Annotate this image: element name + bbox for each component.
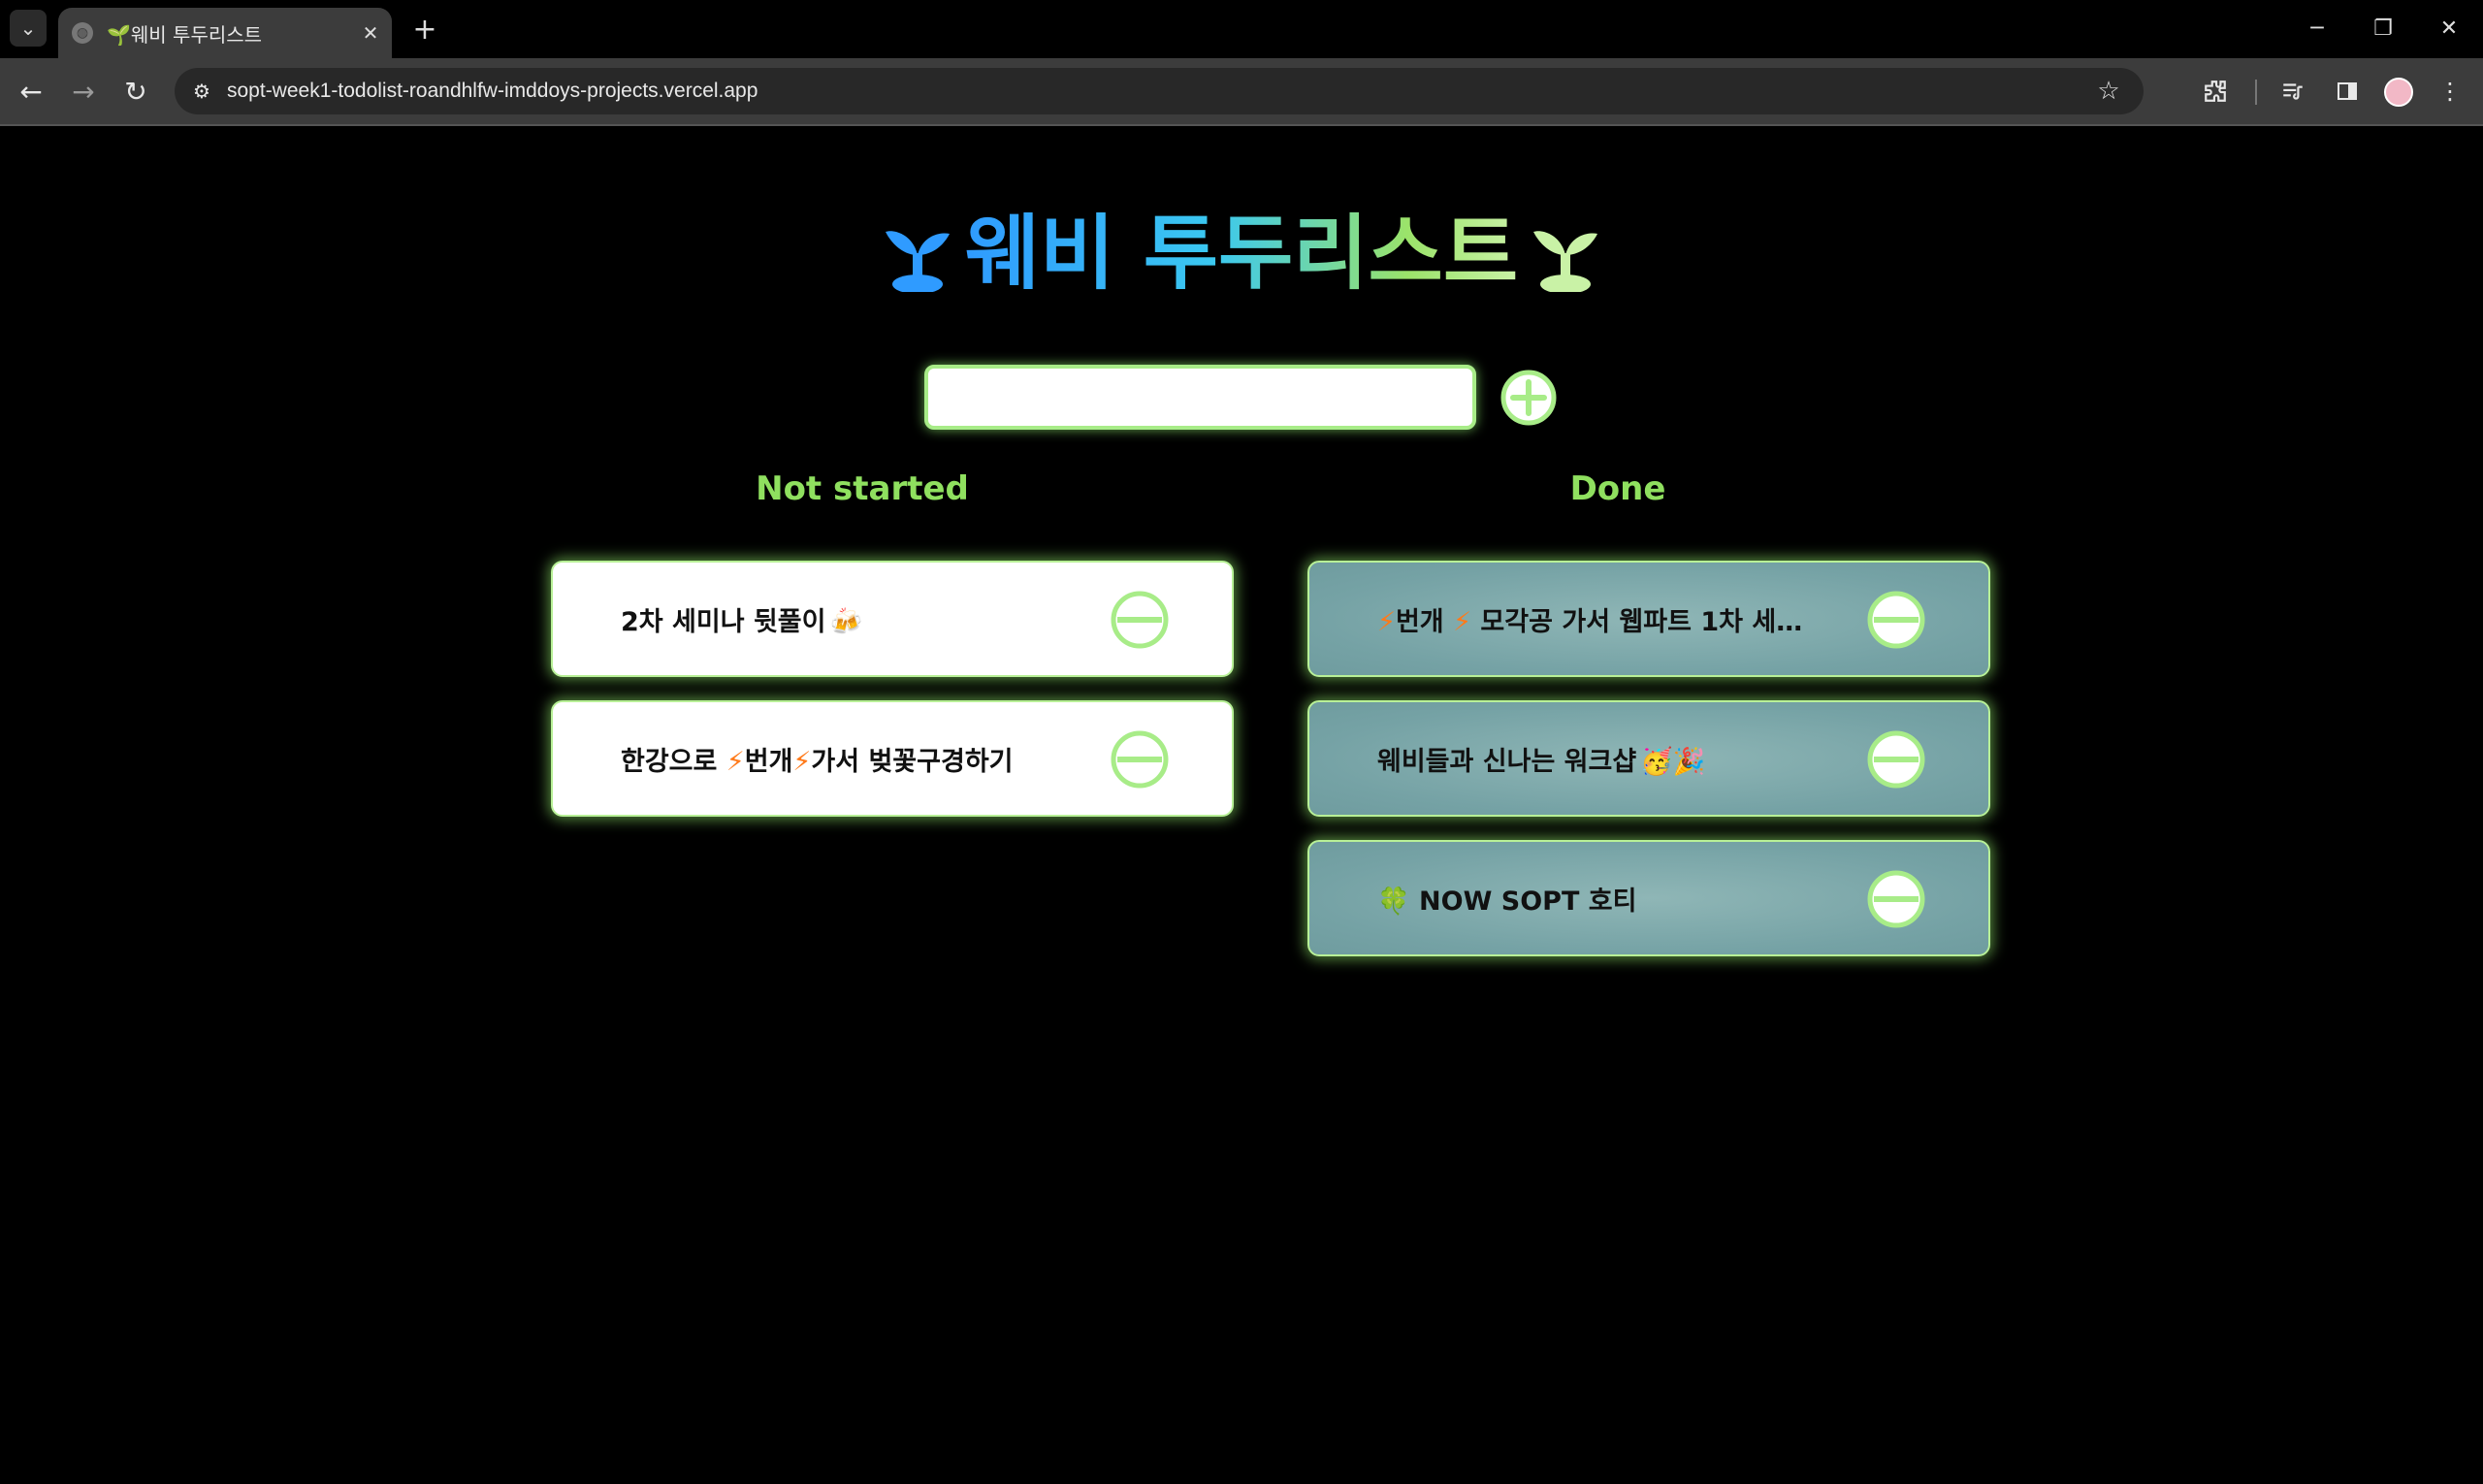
todo-card[interactable]: 2차 세미나 뒷풀이 🍻 bbox=[551, 561, 1234, 677]
toolbar-divider bbox=[2255, 80, 2257, 105]
todo-text: 2차 세미나 뒷풀이 🍻 bbox=[621, 606, 863, 637]
add-todo-button[interactable] bbox=[1499, 369, 1558, 427]
delete-done-button[interactable] bbox=[1866, 869, 1926, 929]
toolbar-border bbox=[0, 124, 2483, 126]
lightning-emoji: ⚡ bbox=[1377, 606, 1396, 637]
todo-text: 한강으로 ⚡번개⚡가서 벚꽃구경하기 bbox=[621, 746, 1014, 777]
todo-card[interactable]: 한강으로 ⚡번개⚡가서 벚꽃구경하기 bbox=[551, 700, 1234, 817]
minimize-button[interactable]: ─ bbox=[2293, 10, 2341, 47]
menu-icon[interactable]: ⋮ bbox=[2431, 72, 2469, 111]
delete-done-button[interactable] bbox=[1866, 590, 1926, 650]
done-card[interactable]: 웨비들과 신나는 워크샵 🥳🎉 bbox=[1307, 700, 1990, 817]
tab-title: 🌱웨비 투두리스트 bbox=[107, 22, 263, 47]
bookmark-star-icon[interactable]: ☆ bbox=[2093, 76, 2124, 107]
media-control-icon[interactable] bbox=[2273, 72, 2312, 111]
todo-input[interactable] bbox=[924, 365, 1476, 430]
globe-icon: ◍ bbox=[72, 22, 93, 44]
delete-todo-button[interactable] bbox=[1110, 590, 1170, 650]
new-tab-button[interactable]: + bbox=[407, 12, 442, 47]
reload-button[interactable]: ↻ bbox=[116, 72, 155, 111]
address-bar[interactable]: ⚙ sopt-week1-todolist-roandhlfw-imddoys-… bbox=[175, 68, 2144, 114]
close-tab-icon[interactable]: ✕ bbox=[357, 19, 384, 47]
delete-todo-button[interactable] bbox=[1110, 729, 1170, 790]
site-info-icon[interactable]: ⚙ bbox=[186, 76, 217, 107]
profile-avatar[interactable] bbox=[2384, 78, 2413, 107]
extensions-icon[interactable] bbox=[2196, 72, 2235, 111]
close-window-button[interactable]: ✕ bbox=[2425, 10, 2473, 47]
page-title: 웨비 투두리스트 bbox=[0, 194, 2483, 306]
restore-button[interactable]: ❐ bbox=[2359, 10, 2407, 47]
tab-search-icon[interactable]: ⌄ bbox=[10, 10, 47, 47]
beer-emoji: 🍻 bbox=[829, 606, 863, 637]
done-text: 웨비들과 신나는 워크샵 🥳🎉 bbox=[1377, 746, 1706, 777]
tab-strip: ⌄ ◍ 🌱웨비 투두리스트 ✕ + ─ ❐ ✕ bbox=[0, 0, 2483, 58]
sprout-icon-right bbox=[1533, 231, 1598, 293]
side-panel-icon[interactable] bbox=[2328, 72, 2367, 111]
delete-done-button[interactable] bbox=[1866, 729, 1926, 790]
done-column-title: Done bbox=[1569, 469, 1666, 508]
done-card[interactable]: 🍀 NOW SOPT 호티 bbox=[1307, 840, 1990, 956]
sprout-icon-left bbox=[885, 231, 950, 293]
done-text: 🍀 NOW SOPT 호티 bbox=[1377, 886, 1637, 917]
title-text: 웨비 투두리스트 bbox=[964, 206, 1519, 302]
lightning-emoji: ⚡ bbox=[1453, 606, 1472, 637]
party-emoji: 🥳🎉 bbox=[1640, 746, 1706, 777]
back-button[interactable]: ← bbox=[12, 72, 50, 111]
clover-emoji: 🍀 bbox=[1377, 886, 1410, 917]
browser-tab[interactable]: ◍ 🌱웨비 투두리스트 ✕ bbox=[58, 8, 392, 58]
lightning-emoji: ⚡ bbox=[726, 746, 745, 777]
done-card[interactable]: ⚡번개 ⚡ 모각공 가서 웹파트 1차 세미··· bbox=[1307, 561, 1990, 677]
done-text: ⚡번개 ⚡ 모각공 가서 웹파트 1차 세미··· bbox=[1377, 606, 1823, 637]
not-started-column-title: Not started bbox=[756, 469, 969, 508]
browser-toolbar: ← → ↻ ⚙ sopt-week1-todolist-roandhlfw-im… bbox=[0, 58, 2483, 124]
forward-button[interactable]: → bbox=[64, 72, 103, 111]
url-text[interactable]: sopt-week1-todolist-roandhlfw-imddoys-pr… bbox=[227, 80, 758, 103]
lightning-emoji: ⚡ bbox=[792, 746, 812, 777]
